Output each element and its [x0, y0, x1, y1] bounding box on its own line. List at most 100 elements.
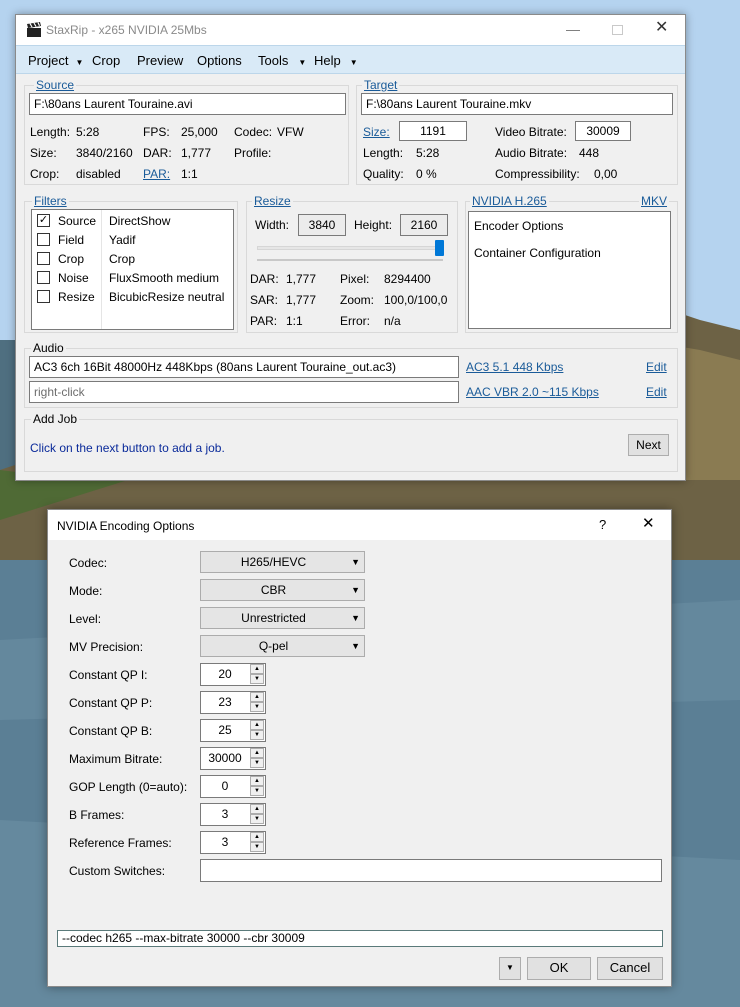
menu-tools[interactable]: Tools ▼	[258, 53, 306, 70]
spin-down-icon[interactable]: ▼	[250, 674, 264, 684]
maximize-icon[interactable]	[612, 25, 623, 35]
spin-down-icon[interactable]: ▼	[250, 786, 264, 796]
next-button[interactable]: Next	[628, 434, 669, 456]
source-crop-value: disabled	[76, 167, 121, 181]
spin-down-icon[interactable]: ▼	[250, 842, 264, 852]
filter-resize-name[interactable]: Resize	[58, 290, 95, 304]
encoder-options-item[interactable]: Encoder Options	[474, 219, 563, 233]
audio-track1-edit-link[interactable]: Edit	[646, 360, 667, 374]
maximum-bitrate-spinner[interactable]: 30000 ▲ ▼	[200, 747, 266, 770]
filter-source-checkbox[interactable]: ✓	[37, 214, 50, 227]
audio-track1-profile-link[interactable]: AC3 5.1 448 Kbps	[466, 360, 563, 374]
audio-track2-field[interactable]: right-click	[29, 381, 459, 403]
constant-qp-b-spinner[interactable]: 25 ▲ ▼	[200, 719, 266, 742]
filters-label[interactable]: Filters	[32, 194, 69, 208]
target-size-field[interactable]: 1191	[399, 121, 467, 141]
dialog-title-bar: NVIDIA Encoding Options ? ✕	[48, 510, 671, 540]
constant-qp-i-spinner[interactable]: 20 ▲ ▼	[200, 663, 266, 686]
audio-track1-field[interactable]: AC3 6ch 16Bit 48000Hz 448Kbps (80ans Lau…	[29, 356, 459, 378]
menu-preview[interactable]: Preview	[137, 53, 183, 68]
spin-up-icon[interactable]: ▲	[250, 692, 264, 702]
help-icon[interactable]: ?	[599, 518, 606, 532]
source-par-link[interactable]: PAR:	[143, 167, 170, 181]
filter-noise-value[interactable]: FluxSmooth medium	[109, 271, 219, 285]
custom-switches-field[interactable]	[200, 859, 662, 882]
target-label[interactable]: Target	[362, 78, 400, 92]
resize-width-label: Width:	[255, 218, 290, 232]
spin-up-icon[interactable]: ▲	[250, 832, 264, 842]
minimize-icon[interactable]: —	[566, 22, 580, 36]
resize-slider-track[interactable]	[257, 246, 444, 250]
source-fps-label: FPS:	[143, 125, 170, 139]
resize-zoom-label: Zoom:	[340, 293, 375, 307]
audio-label: Audio	[31, 341, 66, 355]
dialog-close-icon[interactable]: ✕	[642, 516, 655, 531]
filter-crop-name[interactable]: Crop	[58, 252, 84, 266]
filter-noise-checkbox[interactable]	[37, 271, 50, 284]
spin-down-icon[interactable]: ▼	[250, 814, 264, 824]
container-configuration-item[interactable]: Container Configuration	[474, 246, 601, 260]
reference-frames-spinner[interactable]: 3 ▲ ▼	[200, 831, 266, 854]
ok-button[interactable]: OK	[527, 957, 591, 980]
resize-slider-thumb[interactable]	[435, 240, 444, 256]
reference-frames-value[interactable]: 3	[201, 832, 249, 853]
source-path-field[interactable]: F:\80ans Laurent Touraine.avi	[29, 93, 346, 115]
mode-combo[interactable]: CBR ▼	[200, 579, 365, 601]
filter-resize-checkbox[interactable]	[37, 290, 50, 303]
source-profile-label: Profile:	[234, 146, 272, 160]
constant-qp-p-label: Constant QP P:	[69, 696, 153, 710]
filter-source-value[interactable]: DirectShow	[109, 214, 170, 228]
container-label[interactable]: MKV	[639, 194, 670, 208]
options-dropdown-button[interactable]: ▼	[499, 957, 521, 980]
cancel-button[interactable]: Cancel	[597, 957, 663, 980]
b-frames-value[interactable]: 3	[201, 804, 249, 825]
level-combo[interactable]: Unrestricted ▼	[200, 607, 365, 629]
menu-options[interactable]: Options	[197, 53, 242, 68]
mv-precision-combo[interactable]: Q-pel ▼	[200, 635, 365, 657]
command-line-field[interactable]: --codec h265 --max-bitrate 30000 --cbr 3…	[57, 930, 663, 947]
constant-qp-p-value[interactable]: 23	[201, 692, 249, 713]
filter-field-checkbox[interactable]	[37, 233, 50, 246]
spin-up-icon[interactable]: ▲	[250, 776, 264, 786]
resize-width-field[interactable]: 3840	[298, 214, 346, 236]
source-codec-value: VFW	[277, 125, 304, 139]
filter-noise-name[interactable]: Noise	[58, 271, 89, 285]
menu-project[interactable]: Project ▼	[28, 53, 83, 70]
maximum-bitrate-value[interactable]: 30000	[201, 748, 249, 769]
encoder-label[interactable]: NVIDIA H.265	[470, 194, 549, 208]
chevron-down-icon: ▼	[351, 557, 360, 567]
compressibility-label: Compressibility:	[495, 167, 580, 181]
filter-field-name[interactable]: Field	[58, 233, 84, 247]
spin-down-icon[interactable]: ▼	[250, 758, 264, 768]
spin-up-icon[interactable]: ▲	[250, 720, 264, 730]
gop-length-value[interactable]: 0	[201, 776, 249, 797]
filter-crop-checkbox[interactable]	[37, 252, 50, 265]
codec-combo[interactable]: H265/HEVC ▼	[200, 551, 365, 573]
spin-down-icon[interactable]: ▼	[250, 730, 264, 740]
resize-label[interactable]: Resize	[252, 194, 293, 208]
constant-qp-p-spinner[interactable]: 23 ▲ ▼	[200, 691, 266, 714]
audio-track2-edit-link[interactable]: Edit	[646, 385, 667, 399]
target-path-field[interactable]: F:\80ans Laurent Touraine.mkv	[361, 93, 673, 115]
resize-height-field[interactable]: 2160	[400, 214, 448, 236]
filter-crop-value[interactable]: Crop	[109, 252, 135, 266]
source-label[interactable]: Source	[34, 78, 77, 92]
spin-down-icon[interactable]: ▼	[250, 702, 264, 712]
gop-length-spinner[interactable]: 0 ▲ ▼	[200, 775, 266, 798]
video-bitrate-field[interactable]: 30009	[575, 121, 631, 141]
b-frames-spinner[interactable]: 3 ▲ ▼	[200, 803, 266, 826]
spin-up-icon[interactable]: ▲	[250, 748, 264, 758]
menu-crop[interactable]: Crop	[92, 53, 120, 68]
filter-source-name[interactable]: Source	[58, 214, 96, 228]
close-icon[interactable]: ✕	[655, 20, 668, 36]
constant-qp-i-value[interactable]: 20	[201, 664, 249, 685]
constant-qp-b-value[interactable]: 25	[201, 720, 249, 741]
filter-resize-value[interactable]: BicubicResize neutral	[109, 290, 224, 304]
spin-up-icon[interactable]: ▲	[250, 664, 264, 674]
target-size-link[interactable]: Size:	[363, 125, 390, 139]
menu-help[interactable]: Help ▼	[314, 53, 358, 70]
spin-up-icon[interactable]: ▲	[250, 804, 264, 814]
main-window: StaxRip - x265 NVIDIA 25Mbs — ✕ Project ▼…	[15, 14, 686, 481]
audio-track2-profile-link[interactable]: AAC VBR 2.0 ~115 Kbps	[466, 385, 599, 399]
filter-field-value[interactable]: Yadif	[109, 233, 135, 247]
